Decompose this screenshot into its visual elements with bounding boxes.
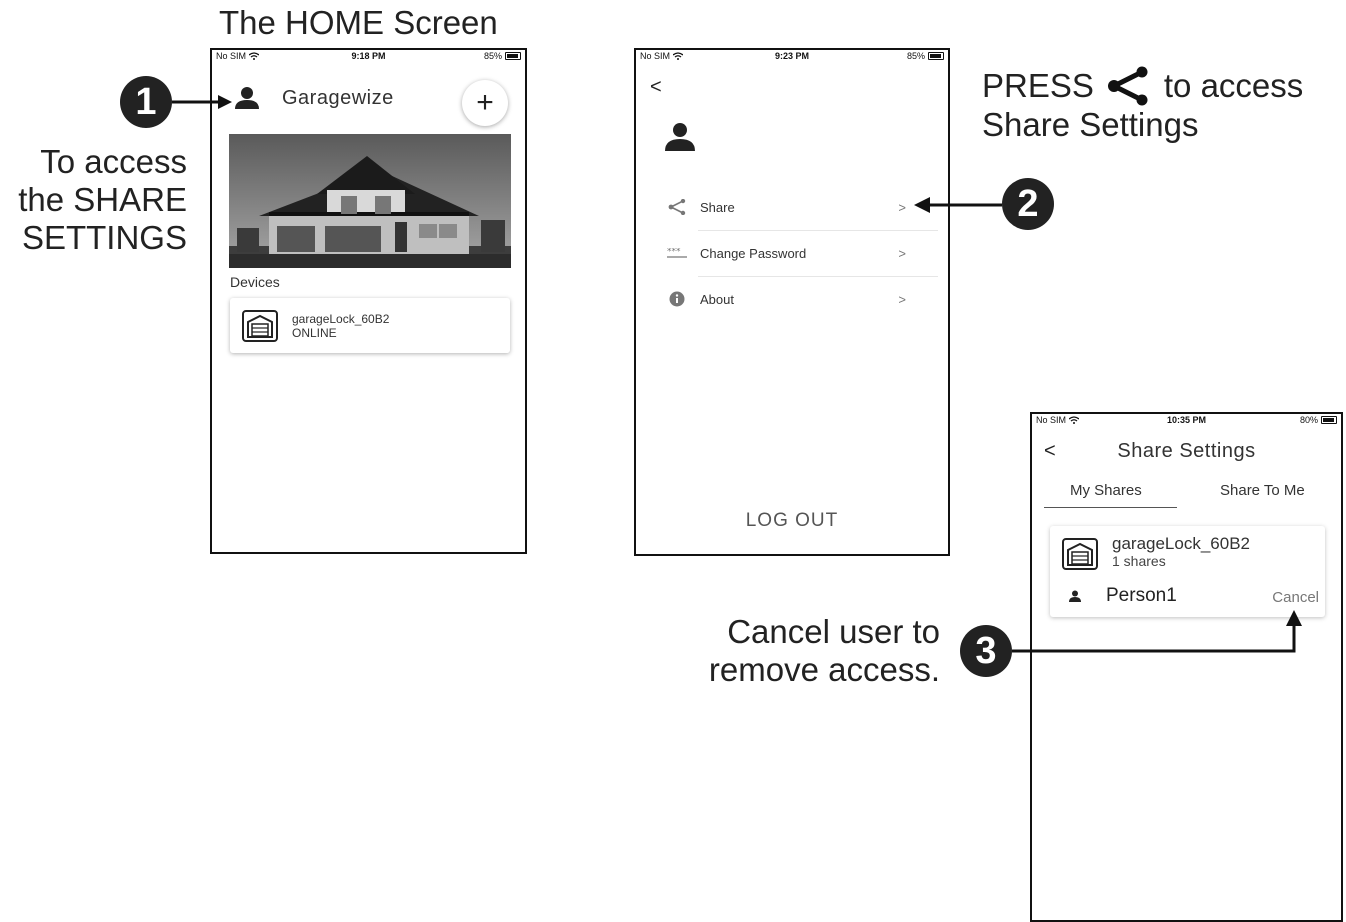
- password-icon: ***: [667, 248, 687, 258]
- step-2-press-word: PRESS: [982, 67, 1094, 104]
- page-title: Share Settings: [1117, 440, 1256, 462]
- shared-device-card: garageLock_60B2 1 shares Person1 Cancel: [1050, 526, 1325, 617]
- menu-item-share[interactable]: Share >: [666, 184, 938, 230]
- cancel-share-button[interactable]: Cancel: [1272, 589, 1319, 606]
- chevron-right-icon: >: [898, 199, 906, 215]
- battery-percent: 85%: [906, 51, 925, 61]
- chevron-right-icon: >: [898, 291, 906, 307]
- step-2-caption: PRESS to access Share Settings: [982, 66, 1342, 144]
- back-button[interactable]: <: [650, 76, 662, 99]
- logout-button[interactable]: LOG OUT: [636, 510, 948, 532]
- profile-screen-phone: No SIM 9:23 PM 85% < Share > *** Change …: [634, 48, 950, 556]
- share-count: 1 shares: [1112, 553, 1166, 569]
- menu-item-label: About: [700, 291, 734, 307]
- status-bar: No SIM 10:35 PM 80%: [1032, 414, 1341, 428]
- step-2-suffix: to access: [1163, 67, 1304, 104]
- home-screen-phone: No SIM 9:18 PM 85% Garagewize + Devices …: [210, 48, 527, 554]
- device-name: garageLock_60B2: [292, 312, 390, 326]
- share-settings-phone: No SIM 10:35 PM 80% < Share Settings My …: [1030, 412, 1343, 922]
- profile-icon[interactable]: [234, 86, 260, 110]
- status-time: 9:18 PM: [351, 51, 386, 61]
- avatar-icon: [665, 123, 695, 151]
- status-bar: No SIM 9:18 PM 85%: [212, 50, 525, 64]
- menu-item-change-password[interactable]: *** Change Password >: [666, 230, 938, 276]
- battery-percent: 80%: [1299, 415, 1318, 425]
- tab-share-to-me[interactable]: Share To Me: [1220, 482, 1305, 499]
- person-icon: [1069, 590, 1081, 602]
- menu-item-label: Change Password: [700, 245, 807, 261]
- device-status: ONLINE: [292, 326, 337, 340]
- battery-icon: [505, 52, 521, 60]
- active-tab-indicator: [1044, 507, 1177, 508]
- battery-icon: [1321, 416, 1337, 424]
- status-time: 9:23 PM: [774, 51, 809, 61]
- share-icon: [668, 199, 686, 215]
- garage-icon: [1062, 538, 1098, 570]
- battery-icon: [928, 52, 944, 60]
- step-2-badge: 2: [1002, 178, 1054, 230]
- step-2-line2: Share Settings: [982, 106, 1199, 143]
- house-photo: [229, 134, 511, 268]
- chevron-right-icon: >: [898, 245, 906, 261]
- status-bar: No SIM 9:23 PM 85%: [636, 50, 948, 64]
- home-screen-heading: The HOME Screen: [219, 4, 498, 41]
- status-time: 10:35 PM: [1166, 415, 1207, 425]
- shared-user-name: Person1: [1106, 585, 1177, 606]
- step-3-caption: Cancel user to remove access.: [708, 613, 940, 688]
- app-title: Garagewize: [282, 86, 394, 109]
- svg-text:***: ***: [667, 248, 681, 257]
- garage-icon: [242, 310, 278, 342]
- menu-item-label: Share: [700, 199, 735, 215]
- menu-item-about[interactable]: About >: [666, 276, 938, 322]
- device-card[interactable]: garageLock_60B2 ONLINE: [230, 298, 510, 353]
- app-header: Garagewize: [234, 86, 394, 110]
- step-1-badge: 1: [120, 76, 172, 128]
- tab-my-shares[interactable]: My Shares: [1070, 482, 1142, 499]
- battery-percent: 85%: [483, 51, 502, 61]
- shared-device-name: garageLock_60B2: [1112, 534, 1251, 553]
- add-device-button[interactable]: +: [462, 80, 508, 126]
- info-icon: [669, 291, 685, 307]
- step-1-caption: To access the SHARE SETTINGS: [18, 143, 187, 256]
- devices-section-label: Devices: [230, 274, 280, 290]
- share-icon: [1107, 66, 1148, 106]
- step-3-badge: 3: [960, 625, 1012, 677]
